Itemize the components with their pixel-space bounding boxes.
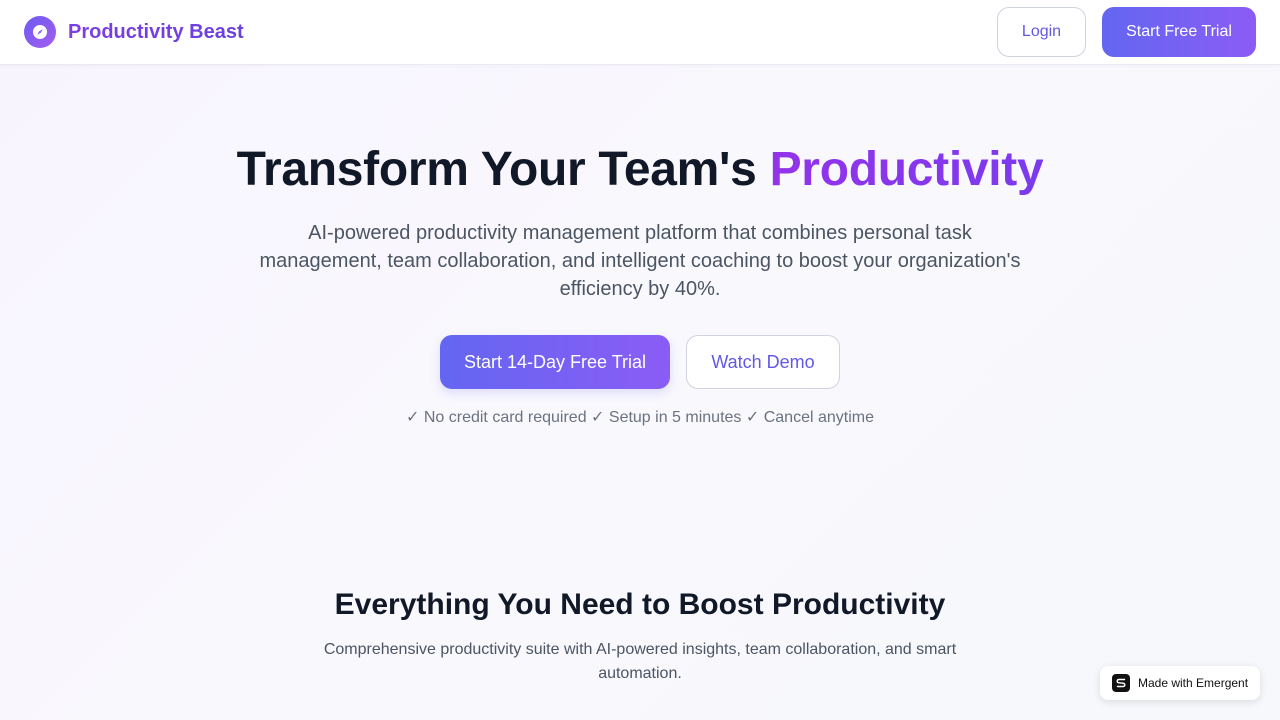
hero-section: Transform Your Team's Productivity AI-po… [0,65,1280,428]
brand-link[interactable]: Productivity Beast [24,16,244,48]
hero-benefits-note: ✓ No credit card required ✓ Setup in 5 m… [406,409,874,426]
header-actions: Login Start Free Trial [997,7,1256,57]
brand-name: Productivity Beast [68,20,244,43]
hero-subtitle: AI-powered productivity management platf… [259,222,1021,300]
features-title: Everything You Need to Boost Productivit… [334,588,946,621]
hero-title-prefix: Transform Your Team's [236,143,770,196]
hero-title: Transform Your Team's Productivity [0,142,1280,198]
features-subtitle: Comprehensive productivity suite with AI… [323,641,957,682]
badge-label: Made with Emergent [1138,676,1249,690]
hero-title-accent: Productivity [769,143,1044,196]
login-button[interactable]: Login [997,7,1086,57]
compass-logo-icon [24,16,56,48]
emergent-logo-icon [1112,674,1130,692]
start-14-day-trial-button[interactable]: Start 14-Day Free Trial [440,335,670,389]
features-section: Everything You Need to Boost Productivit… [0,586,1280,686]
top-navbar: Productivity Beast Login Start Free Tria… [0,0,1280,65]
hero-cta-group: Start 14-Day Free Trial Watch Demo [0,335,1280,389]
watch-demo-button[interactable]: Watch Demo [686,335,840,389]
start-free-trial-button[interactable]: Start Free Trial [1102,7,1256,57]
made-with-emergent-badge[interactable]: Made with Emergent [1100,666,1260,700]
